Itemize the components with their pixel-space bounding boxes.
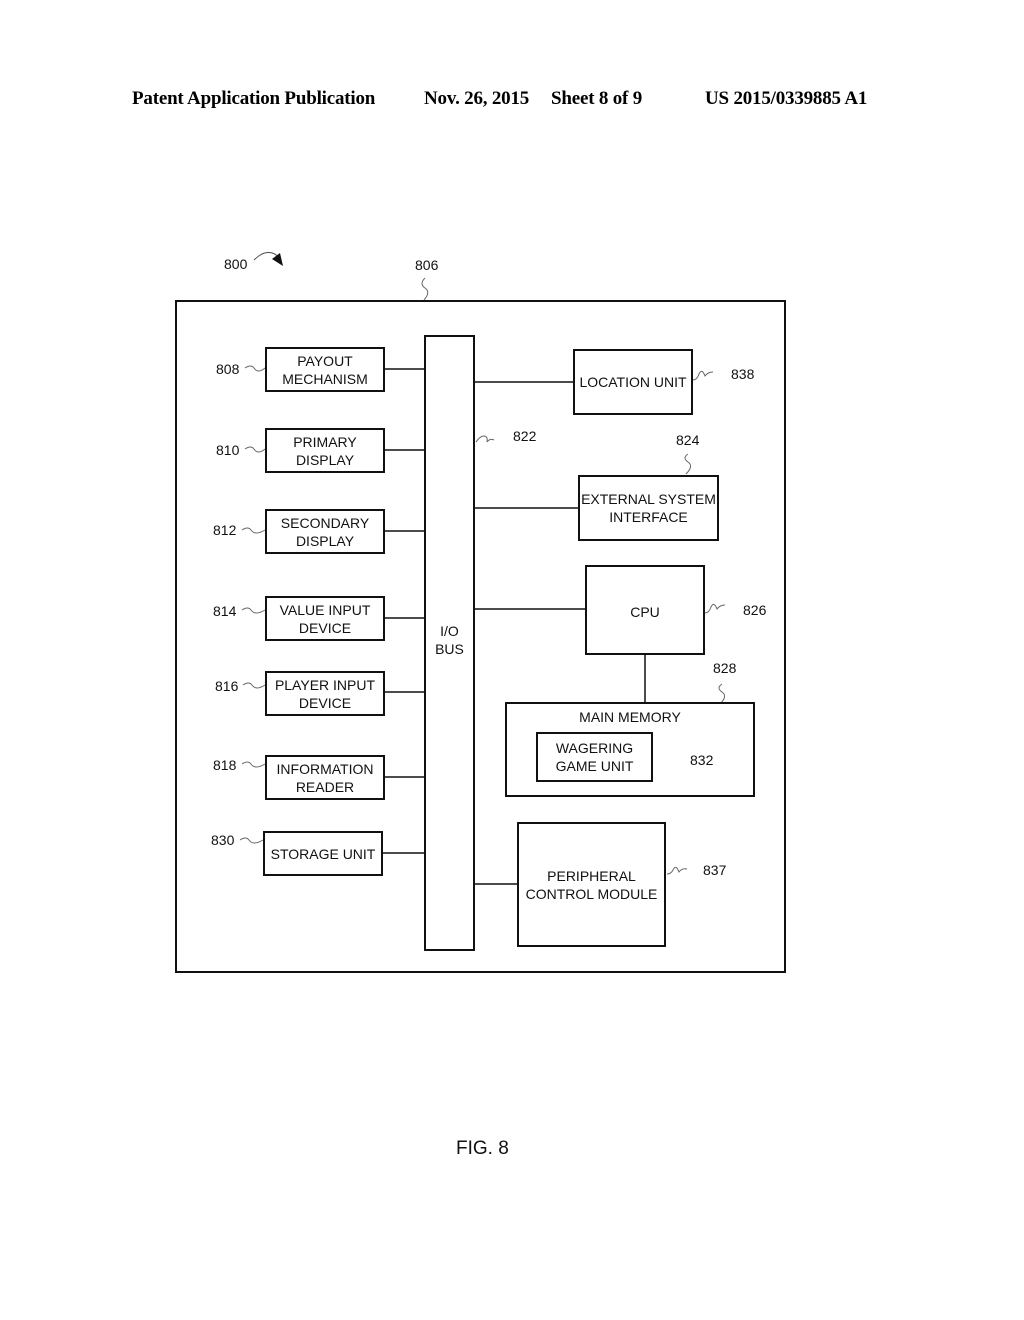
ref-818: 818 — [213, 757, 237, 773]
ref-837: 837 — [703, 862, 727, 878]
leader-838 — [692, 370, 714, 381]
block-label: SECONDARY DISPLAY — [280, 514, 370, 549]
block-location-unit: LOCATION UNIT — [573, 349, 693, 415]
block-value-input-device: VALUE INPUT DEVICE — [265, 596, 385, 641]
ref-828: 828 — [713, 660, 737, 676]
ref-838: 838 — [731, 366, 755, 382]
block-label: CPU — [630, 604, 660, 620]
block-label: STORAGE UNIT — [270, 845, 376, 862]
block-label: WAGERING GAME UNIT — [555, 740, 634, 774]
leader-810 — [244, 446, 266, 453]
block-label: VALUE INPUT DEVICE — [279, 601, 371, 636]
block-player-input-device: PLAYER INPUT DEVICE — [265, 671, 385, 716]
leader-816 — [242, 682, 266, 689]
io-bus-text: I/O BUS — [435, 623, 464, 657]
leader-818 — [241, 761, 266, 768]
leader-828 — [718, 683, 726, 705]
block-label: PAYOUT MECHANISM — [282, 352, 368, 387]
block-peripheral-control-module: PERIPHERAL CONTROL MODULE — [517, 822, 666, 947]
ref-814: 814 — [213, 603, 237, 619]
block-information-reader: INFORMATION READER — [265, 755, 385, 800]
block-label: MAIN MEMORY — [579, 709, 681, 725]
arrow-head-icon — [272, 253, 283, 266]
ref-808: 808 — [216, 361, 240, 377]
ref-800: 800 — [224, 256, 248, 272]
block-external-system-interface: EXTERNAL SYSTEM INTERFACE — [578, 475, 719, 541]
leader-812 — [241, 527, 266, 534]
block-label: PERIPHERAL CONTROL MODULE — [525, 867, 658, 902]
block-label: EXTERNAL SYSTEM INTERFACE — [581, 491, 716, 525]
ref-822: 822 — [513, 428, 537, 444]
ref-812: 812 — [213, 522, 237, 538]
leader-814 — [241, 607, 266, 614]
leader-826 — [704, 603, 726, 614]
block-primary-display: PRIMARY DISPLAY — [265, 428, 385, 473]
leader-822 — [475, 435, 495, 443]
block-label: INFORMATION READER — [276, 760, 374, 795]
leader-837 — [666, 866, 688, 875]
ref-830: 830 — [211, 832, 235, 848]
diagram-connections — [175, 252, 786, 973]
block-label: LOCATION UNIT — [579, 374, 687, 390]
leader-830 — [239, 837, 264, 844]
block-cpu: CPU — [585, 565, 705, 655]
figure-caption: FIG. 8 — [456, 1138, 509, 1159]
ref-810: 810 — [216, 442, 240, 458]
block-payout-mechanism: PAYOUT MECHANISM — [265, 347, 385, 392]
ref-816: 816 — [215, 678, 239, 694]
block-storage-unit: STORAGE UNIT — [263, 831, 383, 876]
block-secondary-display: SECONDARY DISPLAY — [265, 509, 385, 554]
leader-808 — [244, 365, 266, 372]
ref-832: 832 — [690, 752, 714, 768]
block-label: PLAYER INPUT DEVICE — [274, 676, 376, 711]
leader-824 — [684, 453, 692, 475]
ref-806: 806 — [415, 257, 439, 273]
ref-824: 824 — [676, 432, 700, 448]
block-label: PRIMARY DISPLAY — [293, 433, 357, 468]
block-wagering-game-unit: WAGERING GAME UNIT — [536, 732, 653, 782]
leader-806 — [421, 277, 429, 301]
io-bus-label: I/O BUS — [426, 620, 473, 660]
ref-826: 826 — [743, 602, 767, 618]
